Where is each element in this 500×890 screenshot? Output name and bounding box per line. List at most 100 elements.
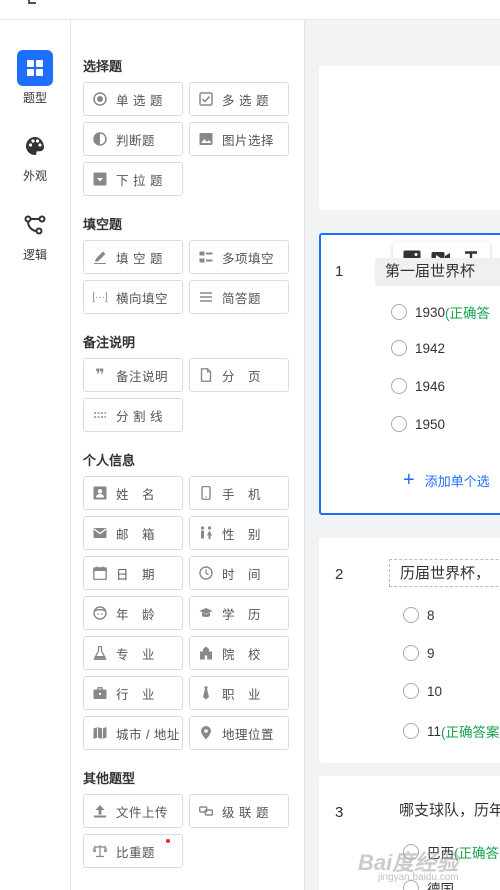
- multi-fill-icon: [198, 249, 214, 265]
- scale-icon: [92, 843, 108, 859]
- dropdown-icon: [92, 171, 108, 187]
- question-number: 2: [335, 566, 344, 583]
- option-text: 1930: [415, 304, 446, 320]
- remark-button[interactable]: ❞ 备注说明: [83, 358, 183, 392]
- radio-button[interactable]: [403, 607, 419, 623]
- inline-fill-icon: [···]: [92, 291, 108, 303]
- question-title[interactable]: 第一届世界杯: [375, 258, 500, 286]
- phone-icon: [198, 485, 214, 501]
- radio-button[interactable]: [403, 723, 419, 739]
- image-choice-button[interactable]: 图片选择: [189, 122, 289, 156]
- option-row[interactable]: 1930 (正确答: [391, 302, 490, 322]
- option-row[interactable]: 1946: [391, 378, 445, 394]
- radio-button[interactable]: [391, 378, 407, 394]
- map-icon: [92, 725, 108, 741]
- radio-icon: [92, 91, 108, 107]
- option-text: 9: [427, 645, 435, 661]
- age-button[interactable]: 年 龄: [83, 596, 183, 630]
- checkbox-icon: [198, 91, 214, 107]
- add-option-button[interactable]: + 添加单个选: [403, 470, 490, 490]
- divider-icon: [92, 407, 108, 423]
- grid-icon: [17, 50, 53, 86]
- time-button[interactable]: 时 间: [189, 556, 289, 590]
- correct-answer-tag: (正确答: [445, 306, 491, 321]
- quote-icon: ❞: [95, 367, 105, 384]
- link-icon: [198, 803, 214, 819]
- half-circle-icon: [92, 131, 108, 147]
- question-type-palette: 选择题 单 选 题 多 选 题 判断题 图片选择 下 拉 题 填空题 填 空 题…: [71, 20, 305, 890]
- fill-blank-button[interactable]: 填 空 题: [83, 240, 183, 274]
- nav-label: 逻辑: [22, 248, 47, 262]
- question-number: 1: [335, 263, 344, 280]
- upload-icon: [92, 803, 108, 819]
- name-button[interactable]: 姓 名: [83, 476, 183, 510]
- page-break-button[interactable]: 分 页: [189, 358, 289, 392]
- option-row[interactable]: 9: [403, 645, 435, 661]
- correct-answer-tag: (正确答: [454, 846, 499, 861]
- watermark-url: jingyan.baidu.com: [378, 872, 459, 883]
- file-upload-button[interactable]: 文件上传: [83, 794, 183, 828]
- new-badge: [166, 839, 170, 843]
- option-text: 1950: [415, 416, 446, 432]
- radio-button[interactable]: [403, 645, 419, 661]
- radio-button[interactable]: [391, 340, 407, 356]
- survey-canvas: 1 第一届世界杯 1930 (正确答 1942 1946 1950 + 添加单个选…: [305, 20, 500, 890]
- option-row[interactable]: 11 (正确答案: [403, 721, 500, 741]
- location-icon: [198, 725, 214, 741]
- question-number: 3: [335, 804, 344, 821]
- tie-icon: [198, 685, 214, 701]
- geolocation-button[interactable]: 地理位置: [189, 716, 289, 750]
- school-icon: [198, 645, 214, 661]
- single-choice-button[interactable]: 单 选 题: [83, 82, 183, 116]
- option-row[interactable]: 1942: [391, 340, 445, 356]
- gender-button[interactable]: 性 别: [189, 516, 289, 550]
- dropdown-question-button[interactable]: 下 拉 题: [83, 162, 183, 196]
- occupation-button[interactable]: 职 业: [189, 676, 289, 710]
- logic-icon: [17, 207, 53, 243]
- true-false-button[interactable]: 判断题: [83, 122, 183, 156]
- weight-question-button[interactable]: 比重题: [83, 834, 183, 868]
- question-title[interactable]: 历届世界杯，: [389, 559, 500, 587]
- group-title-choice: 选择题: [83, 59, 123, 74]
- group-title-other: 其他题型: [83, 771, 136, 786]
- option-text: 11: [427, 723, 442, 739]
- nav-label: 题型: [22, 91, 47, 105]
- date-button[interactable]: 日 期: [83, 556, 183, 590]
- multi-choice-button[interactable]: 多 选 题: [189, 82, 289, 116]
- school-button[interactable]: 院 校: [189, 636, 289, 670]
- page-icon: [198, 367, 214, 383]
- image-icon: [198, 131, 214, 147]
- group-title-personal: 个人信息: [83, 453, 136, 468]
- email-button[interactable]: 邮 箱: [83, 516, 183, 550]
- id-card-icon: [92, 485, 108, 501]
- top-bar: [0, 0, 500, 20]
- radio-button[interactable]: [403, 683, 419, 699]
- nav-item-question-types[interactable]: 题型: [0, 50, 70, 106]
- inline-fill-button[interactable]: [···] 横向填空: [83, 280, 183, 314]
- mail-icon: [92, 525, 108, 541]
- plus-icon: +: [403, 469, 415, 491]
- lines-icon: [198, 289, 214, 305]
- question-title[interactable]: 哪支球队，历年: [389, 797, 500, 825]
- option-row[interactable]: 8: [403, 607, 435, 623]
- option-row[interactable]: 1950: [391, 416, 445, 432]
- major-button[interactable]: 专 业: [83, 636, 183, 670]
- multi-fill-button[interactable]: 多项填空: [189, 240, 289, 274]
- survey-header-card[interactable]: [319, 66, 500, 210]
- industry-button[interactable]: 行 业: [83, 676, 183, 710]
- divider-button[interactable]: 分 割 线: [83, 398, 183, 432]
- phone-button[interactable]: 手 机: [189, 476, 289, 510]
- city-address-button[interactable]: 城市 / 地址: [83, 716, 183, 750]
- clock-icon: [198, 565, 214, 581]
- radio-button[interactable]: [391, 416, 407, 432]
- nav-item-logic[interactable]: 逻辑: [0, 207, 70, 263]
- option-text: 1942: [415, 340, 446, 356]
- radio-button[interactable]: [391, 304, 407, 320]
- education-button[interactable]: 学 历: [189, 596, 289, 630]
- nav-item-appearance[interactable]: 外观: [0, 128, 70, 184]
- short-answer-button[interactable]: 简答题: [189, 280, 289, 314]
- left-nav: 题型 外观 逻辑: [0, 20, 71, 890]
- cascade-button[interactable]: 级 联 题: [189, 794, 289, 828]
- option-row[interactable]: 10: [403, 683, 442, 699]
- back-icon[interactable]: [28, 0, 36, 4]
